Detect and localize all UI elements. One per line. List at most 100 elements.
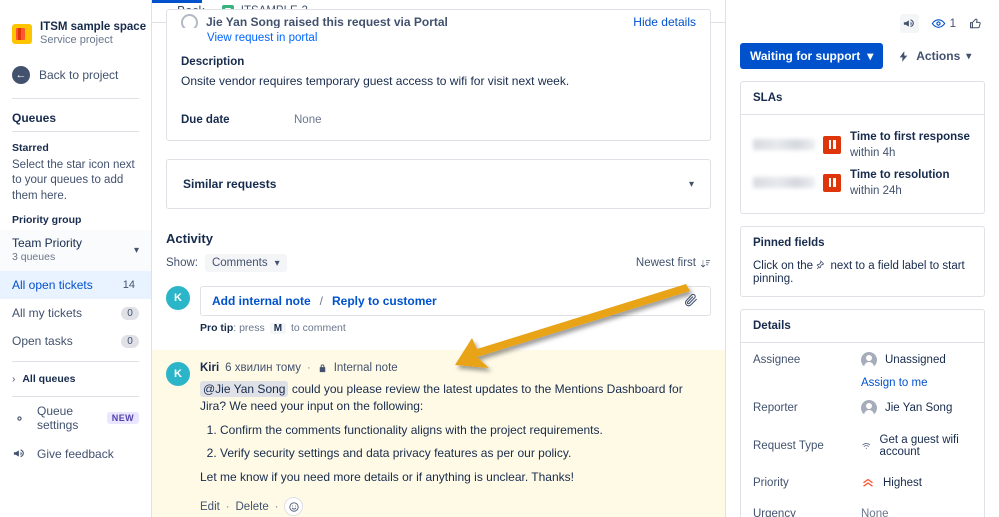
list-item: Verify security settings and data privac… <box>220 446 711 460</box>
sidebar-item-give-feedback[interactable]: Give feedback <box>0 439 151 468</box>
actions-button[interactable]: Actions ▾ <box>897 49 971 63</box>
comment-compose-row: K Add internal note / Reply to customer <box>166 286 711 316</box>
project-flag-icon <box>12 24 32 44</box>
detail-row-reporter[interactable]: Reporter Jie Yan Song <box>741 391 984 425</box>
pinned-fields-panel: Pinned fields Click on the next to a fie… <box>740 226 985 297</box>
sidebar-item-all-queues[interactable]: › All queues <box>0 362 151 396</box>
detail-label: Assignee <box>753 354 861 366</box>
detail-row-urgency[interactable]: Urgency None <box>741 499 984 517</box>
issue-sidebar: 1 Waiting for support ▾ Actions ▾ <box>725 0 999 517</box>
project-subtitle: Service project <box>40 34 139 48</box>
add-reaction-icon[interactable] <box>284 497 303 516</box>
activity-filter-select[interactable]: Comments ▾ <box>205 254 287 272</box>
status-actions-row: Waiting for support ▾ Actions ▾ <box>726 33 999 69</box>
similar-requests-card[interactable]: Similar requests ▾ <box>166 159 711 209</box>
detail-row-request-type[interactable]: Request Type Get a guest wifi account <box>741 425 984 467</box>
status-button-label: Waiting for support <box>750 49 860 63</box>
avatar-icon <box>861 400 877 416</box>
note-header: Kiri 6 хвилин тому · Internal note <box>200 362 711 374</box>
chevron-right-icon: › <box>12 374 15 385</box>
note-author[interactable]: Kiri <box>200 362 219 374</box>
issue-actions-icons: 1 <box>726 0 999 33</box>
avatar: K <box>166 286 190 310</box>
detail-value: Get a guest wifi account <box>880 434 972 458</box>
sla-item: Time to first response within 4h <box>753 129 972 161</box>
slas-body: Time to first response within 4h Time to… <box>741 115 984 213</box>
gear-icon <box>12 411 27 426</box>
internal-note-item: K Kiri 6 хвилин тому · Internal note @Ji… <box>152 350 725 517</box>
queue-group-team-priority[interactable]: Team Priority 3 queues ▾ <box>0 230 151 271</box>
jira-service-management-app: ITSM sample space Service project ← Back… <box>0 0 999 517</box>
back-to-project-button[interactable]: ← Back to project <box>0 62 151 98</box>
show-label: Show: <box>166 257 198 269</box>
detail-row-assignee[interactable]: Assignee Unassigned <box>741 343 984 377</box>
activity-sort-label: Newest first <box>636 257 696 269</box>
pause-icon <box>823 136 841 154</box>
similar-requests-label: Similar requests <box>183 177 276 191</box>
sla-remaining-redacted <box>753 139 815 150</box>
megaphone-icon[interactable] <box>900 14 919 33</box>
sla-name: Time to first response <box>850 131 970 143</box>
starred-hint: Select the star icon next to your queues… <box>0 158 151 204</box>
pin-icon <box>816 259 827 273</box>
paperclip-icon[interactable] <box>683 292 699 311</box>
activity-toolbar: Show: Comments ▾ Newest first <box>166 254 711 272</box>
status-button[interactable]: Waiting for support ▾ <box>740 43 883 69</box>
pro-tip-mid: : press <box>233 322 265 334</box>
queue-settings-label: Queue settings <box>37 404 97 432</box>
detail-value: None <box>861 508 889 517</box>
lock-icon <box>317 363 328 374</box>
request-details-card: Jie Yan Song raised this request via Por… <box>166 9 711 141</box>
sidebar-item-open-tasks[interactable]: Open tasks 0 <box>0 327 151 355</box>
thumbs-up-icon[interactable] <box>968 16 983 31</box>
back-to-project-label: Back to project <box>39 68 118 82</box>
detail-label: Urgency <box>753 508 861 517</box>
edit-note-button[interactable]: Edit <box>200 501 220 513</box>
queues-heading: Queues <box>0 99 151 131</box>
pinned-fields-title: Pinned fields <box>741 227 984 259</box>
project-header[interactable]: ITSM sample space Service project <box>0 0 151 62</box>
list-item: Confirm the comments functionality align… <box>220 423 711 437</box>
queue-label: All my tickets <box>12 306 82 320</box>
reply-to-customer-button[interactable]: Reply to customer <box>332 294 437 308</box>
main-content: ‹ Back ITSAMPLE-2 Jie Yan Song raised th… <box>152 0 725 517</box>
details-title: Details <box>741 310 984 343</box>
slas-panel: SLAs Time to first response within 4h <box>740 81 985 214</box>
add-internal-note-button[interactable]: Add internal note <box>212 294 311 308</box>
detail-value: Jie Yan Song <box>885 402 952 414</box>
sidebar-item-all-my-tickets[interactable]: All my tickets 0 <box>0 299 151 327</box>
chevron-down-icon: ▾ <box>867 49 873 63</box>
pro-tip-suffix: to comment <box>291 322 346 334</box>
megaphone-icon <box>12 446 27 461</box>
view-request-in-portal-link[interactable]: View request in portal <box>167 28 710 44</box>
hide-details-link[interactable]: Hide details <box>633 15 696 28</box>
slas-title: SLAs <box>741 82 984 115</box>
issue-body: Jie Yan Song raised this request via Por… <box>152 9 725 517</box>
activity-filter-value: Comments <box>212 257 268 269</box>
sla-name: Time to resolution <box>850 169 949 181</box>
note-body-text: @Jie Yan Song could you please review th… <box>200 381 711 415</box>
sidebar-item-queue-settings[interactable]: Queue settings NEW <box>0 397 151 439</box>
sort-descending-icon <box>700 258 711 269</box>
lightning-icon <box>897 50 910 63</box>
user-mention[interactable]: @Jie Yan Song <box>200 381 288 397</box>
project-name: ITSM sample space <box>40 20 139 34</box>
activity-sort-button[interactable]: Newest first <box>636 257 711 269</box>
detail-row-priority[interactable]: Priority Highest <box>741 467 984 499</box>
queue-label: Open tasks <box>12 334 73 348</box>
assign-to-me-link[interactable]: Assign to me <box>861 377 984 391</box>
comment-compose-box[interactable]: Add internal note / Reply to customer <box>200 286 711 316</box>
chevron-down-icon: ▾ <box>275 258 280 269</box>
chevron-down-icon: ▾ <box>966 51 971 62</box>
chevron-down-icon[interactable]: ▾ <box>689 179 694 190</box>
pro-tip-text: Pro tip: press M to comment <box>200 322 711 334</box>
due-date-value[interactable]: None <box>294 114 322 126</box>
description-label: Description <box>167 44 710 68</box>
pro-tip-prefix: Pro tip <box>200 322 233 334</box>
pause-icon <box>823 174 841 192</box>
actions-button-label: Actions <box>916 49 960 63</box>
delete-note-button[interactable]: Delete <box>236 501 269 513</box>
watch-button[interactable]: 1 <box>931 16 956 31</box>
separator-dot: · <box>275 501 279 513</box>
sidebar-item-all-open-tickets[interactable]: All open tickets 14 <box>0 271 151 299</box>
